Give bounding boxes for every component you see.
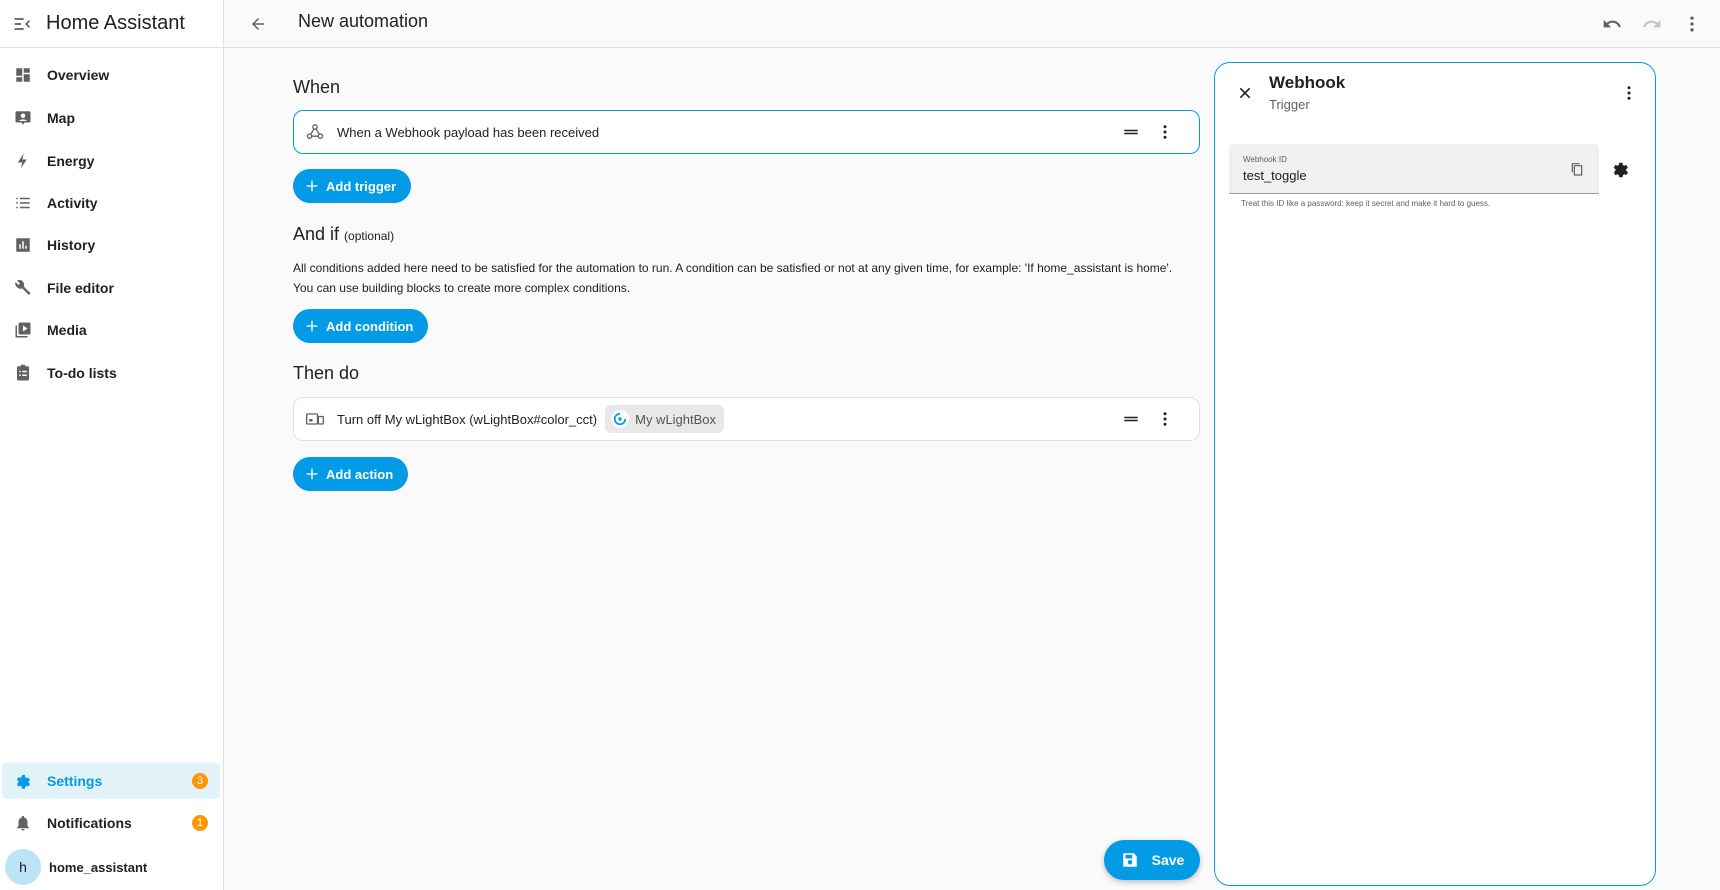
sidebar-item-label: Notifications [47, 815, 132, 831]
webhook-icon [304, 121, 326, 143]
menu-collapse-icon[interactable] [0, 2, 44, 46]
gear-icon[interactable] [1608, 158, 1632, 182]
sidebar-item-media[interactable]: Media [2, 312, 220, 348]
sidebar-header: Home Assistant [0, 0, 223, 48]
conditions-description: All conditions added here need to be sat… [293, 261, 1173, 295]
sidebar-item-label: Media [47, 322, 87, 338]
more-vertical-icon[interactable] [1154, 408, 1176, 430]
page-title: New automation [298, 11, 429, 31]
sidebar: Home Assistant Overview Map Energy Activ… [0, 0, 224, 890]
bell-icon [13, 813, 33, 833]
panel-subtitle: Trigger [1269, 97, 1310, 112]
more-vertical-icon[interactable] [1617, 81, 1641, 105]
sidebar-item-label: File editor [47, 280, 114, 296]
when-heading: When [293, 77, 341, 97]
undo-icon[interactable] [1598, 10, 1626, 38]
devices-icon [304, 408, 326, 430]
lightning-bolt-icon [13, 151, 33, 171]
panel-title: Webhook [1269, 73, 1346, 92]
sidebar-item-label: Overview [47, 67, 110, 83]
settings-badge: 3 [192, 773, 208, 789]
drag-handle-icon[interactable] [1120, 121, 1142, 143]
floppy-disk-icon [1120, 850, 1140, 870]
sidebar-item-energy[interactable]: Energy [2, 143, 220, 179]
dashboard-icon [13, 65, 33, 85]
trigger-text: When a Webhook payload has been received [337, 124, 600, 140]
sidebar-item-file-editor[interactable]: File editor [2, 270, 220, 306]
user-name: home_assistant [49, 859, 148, 875]
sidebar-item-settings[interactable]: Settings 3 [2, 763, 220, 799]
sidebar-item-activity[interactable]: Activity [2, 185, 220, 221]
drag-handle-icon[interactable] [1120, 408, 1142, 430]
action-row[interactable]: Turn off My wLightBox (wLightBox#color_c… [293, 397, 1200, 441]
webhook-id-value[interactable]: test_toggle [1243, 168, 1307, 183]
webhook-id-label: Webhook ID [1243, 155, 1287, 164]
add-trigger-label: Add trigger [326, 178, 397, 194]
sidebar-item-overview[interactable]: Overview [2, 57, 220, 93]
top-bar: New automation [224, 0, 1720, 48]
copy-icon[interactable] [1567, 159, 1587, 179]
webhook-id-helper: Treat this ID like a password: keep it s… [1241, 199, 1491, 208]
media-play-icon [13, 320, 33, 340]
add-action-label: Add action [326, 466, 394, 482]
plus-icon [303, 317, 321, 335]
sidebar-item-label: Map [47, 110, 75, 126]
add-trigger-button[interactable]: Add trigger [293, 169, 412, 203]
redo-icon[interactable] [1638, 10, 1666, 38]
sidebar-item-history[interactable]: History [2, 227, 220, 263]
clipboard-list-icon [13, 363, 33, 383]
webhook-id-field[interactable]: Webhook ID test_toggle [1229, 144, 1599, 194]
trigger-row[interactable]: When a Webhook payload has been received [293, 110, 1200, 154]
sidebar-item-label: Energy [47, 153, 95, 169]
and-if-title: And if [293, 224, 340, 244]
device-brand-icon [611, 410, 630, 428]
notifications-badge: 1 [192, 815, 208, 831]
sidebar-item-label: Activity [47, 195, 98, 211]
sidebar-item-label: Settings [47, 773, 103, 789]
sidebar-item-user[interactable]: h home_assistant [2, 847, 220, 887]
sidebar-item-notifications[interactable]: Notifications 1 [2, 805, 220, 841]
close-icon[interactable] [1233, 81, 1257, 105]
then-do-heading: Then do [293, 363, 360, 383]
add-action-button[interactable]: Add action [293, 457, 409, 491]
sidebar-item-map[interactable]: Map [2, 100, 220, 136]
plus-icon [303, 177, 321, 195]
and-if-heading: And if (optional) [293, 224, 394, 245]
avatar: h [5, 849, 41, 885]
trigger-editor-panel: Webhook Trigger Webhook ID test_toggle T… [1214, 62, 1656, 886]
sidebar-item-todo-lists[interactable]: To-do lists [2, 355, 220, 391]
sidebar-item-label: History [47, 237, 96, 253]
save-label: Save [1151, 852, 1185, 868]
chart-bar-icon [13, 235, 33, 255]
add-condition-button[interactable]: Add condition [293, 309, 429, 343]
map-person-icon [13, 108, 33, 128]
app-title: Home Assistant [46, 12, 185, 34]
sidebar-item-label: To-do lists [47, 365, 117, 381]
more-vertical-icon[interactable] [1154, 121, 1176, 143]
action-text: Turn off My wLightBox (wLightBox#color_c… [337, 411, 598, 427]
add-condition-label: Add condition [326, 318, 414, 334]
list-icon [13, 193, 33, 213]
gear-icon [13, 771, 33, 791]
back-arrow-icon[interactable] [244, 10, 272, 38]
wrench-icon [13, 278, 33, 298]
device-chip-label: My wLightBox [635, 411, 717, 427]
device-chip[interactable]: My wLightBox [605, 405, 725, 433]
plus-icon [303, 465, 321, 483]
more-vertical-icon[interactable] [1678, 10, 1706, 38]
save-button[interactable]: Save [1104, 840, 1200, 880]
optional-label: (optional) [344, 229, 395, 243]
